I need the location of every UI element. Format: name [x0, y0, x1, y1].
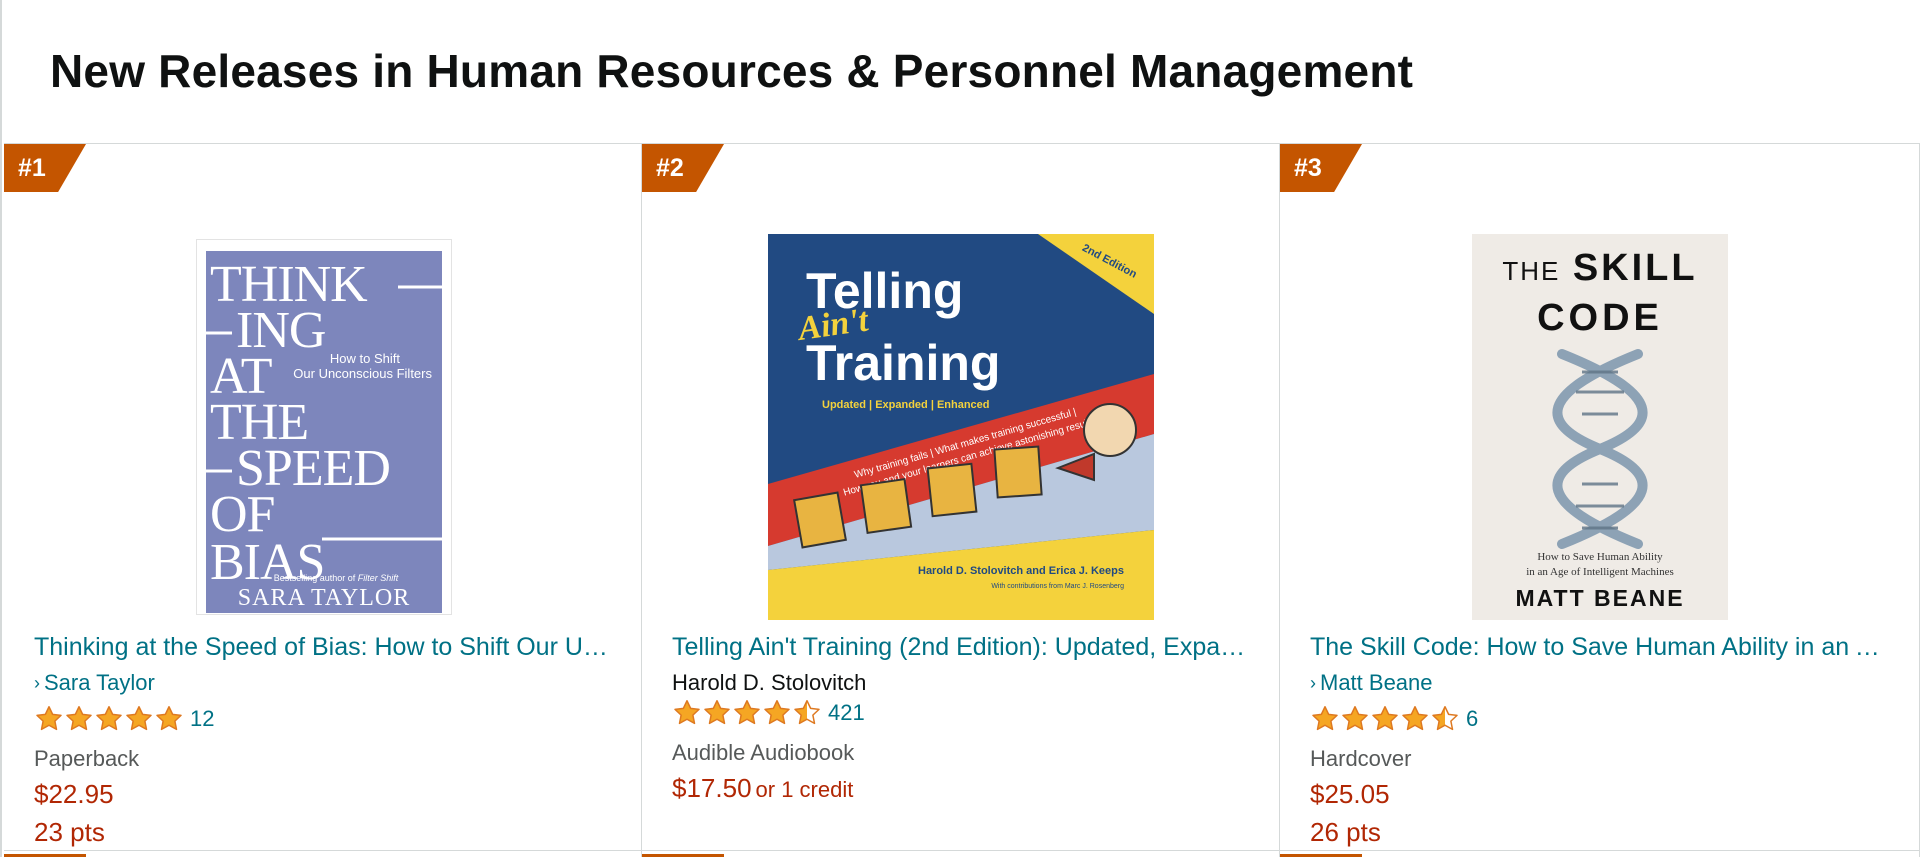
page-title: New Releases in Human Resources & Person… [50, 45, 1414, 97]
new-releases-page: New Releases in Human Resources & Person… [0, 0, 1920, 857]
format-label: Hardcover [1310, 746, 1412, 771]
star-icon [704, 700, 730, 725]
star-icon [96, 706, 122, 731]
product-card: #1 THINK ING AT THE SPEED OF BIAS How to… [4, 144, 642, 857]
star-icon [734, 700, 760, 725]
star-rating[interactable] [672, 698, 822, 728]
author-name: Sara Taylor [44, 670, 155, 695]
product-title-link[interactable]: The Skill Code: How to Save Human Abilit… [1310, 633, 1890, 662]
price: $17.50 or 1 credit [672, 773, 854, 803]
svg-text:MATT BEANE: MATT BEANE [1515, 585, 1684, 611]
author-name: Matt Beane [1320, 670, 1433, 695]
product-grid: #1 THINK ING AT THE SPEED OF BIAS How to… [4, 143, 1920, 857]
star-rating[interactable] [1310, 704, 1460, 734]
row-divider [642, 850, 1279, 851]
svg-text:How to Shift: How to Shift [330, 351, 400, 366]
book-cover-image[interactable]: THINK ING AT THE SPEED OF BIAS How to Sh… [196, 239, 452, 615]
rank-badge: #1 [4, 144, 86, 192]
star-icon [156, 706, 182, 731]
price: $22.95 [34, 779, 114, 809]
book-cover-image[interactable]: THE SKILL CODE How to Save Human Ability… [1472, 234, 1728, 620]
rating-row[interactable]: 6 [1310, 704, 1478, 734]
chevron-right-icon: › [1310, 673, 1316, 693]
format-label: Audible Audiobook [672, 740, 855, 765]
svg-text:With contributions from Marc J: With contributions from Marc J. Rosenber… [991, 583, 1124, 590]
star-icon [674, 700, 700, 725]
star-icon [126, 706, 152, 731]
rating-row[interactable]: 421 [672, 698, 865, 728]
svg-text:How to Save Human Ability: How to Save Human Ability [1537, 551, 1663, 563]
product-card: #2 2nd Edition Telling Ain't Training Up… [642, 144, 1280, 857]
star-icon [764, 700, 790, 725]
star-icon [794, 700, 820, 725]
star-icon [1372, 706, 1398, 731]
chevron-right-icon: › [34, 673, 40, 693]
rating-row[interactable]: 12 [34, 704, 214, 734]
format-label: Paperback [34, 746, 140, 771]
svg-text:Our Unconscious Filters: Our Unconscious Filters [293, 366, 432, 381]
star-icon [1342, 706, 1368, 731]
svg-text:Training: Training [806, 335, 1000, 391]
row-divider [4, 850, 641, 851]
rank-badge: #2 [642, 144, 724, 192]
book-cover-link[interactable]: THINK ING AT THE SPEED OF BIAS How to Sh… [194, 234, 454, 620]
row-divider [1280, 850, 1919, 851]
rating-count-link[interactable]: 6 [1466, 706, 1478, 732]
svg-text:Bestselling author of: Bestselling author of Filter Shift [274, 573, 399, 583]
star-icon [1312, 706, 1338, 731]
svg-text:SARA TAYLOR: SARA TAYLOR [238, 585, 410, 611]
book-cover-link[interactable]: 2nd Edition Telling Ain't Training Updat… [768, 234, 1154, 620]
author-link[interactable]: › Sara Taylor [34, 670, 155, 696]
credit-label: or 1 credit [755, 777, 854, 802]
author-link[interactable]: › Matt Beane [1310, 670, 1433, 696]
price: $25.05 [1310, 779, 1390, 809]
product-card: #3 THE SKILL CODE How to Save Human Abil… [1280, 144, 1920, 857]
star-rating[interactable] [34, 704, 184, 734]
book-cover-link[interactable]: THE SKILL CODE How to Save Human Ability… [1470, 234, 1730, 620]
svg-text:CODE: CODE [1537, 297, 1663, 339]
rating-count-link[interactable]: 12 [190, 706, 214, 732]
points: 26 pts [1310, 817, 1381, 847]
star-icon [1432, 706, 1458, 731]
product-title-link[interactable]: Telling Ain't Training (2nd Edition): Up… [672, 633, 1252, 662]
rating-count-link[interactable]: 421 [828, 700, 865, 726]
author-name: Harold D. Stolovitch [672, 670, 867, 695]
book-cover-image[interactable]: 2nd Edition Telling Ain't Training Updat… [768, 234, 1154, 620]
rank-badge: #3 [1280, 144, 1362, 192]
star-icon [36, 706, 62, 731]
svg-text:Harold D. Stolovitch and Erica: Harold D. Stolovitch and Erica J. Keeps [918, 565, 1124, 577]
svg-text:in an Age of Intelligent Machi: in an Age of Intelligent Machines [1526, 566, 1674, 578]
svg-text:Updated | Expanded | Enhanced: Updated | Expanded | Enhanced [822, 399, 990, 411]
star-icon [66, 706, 92, 731]
star-icon [1402, 706, 1428, 731]
points: 23 pts [34, 817, 105, 847]
product-title-link[interactable]: Thinking at the Speed of Bias: How to Sh… [34, 633, 614, 662]
